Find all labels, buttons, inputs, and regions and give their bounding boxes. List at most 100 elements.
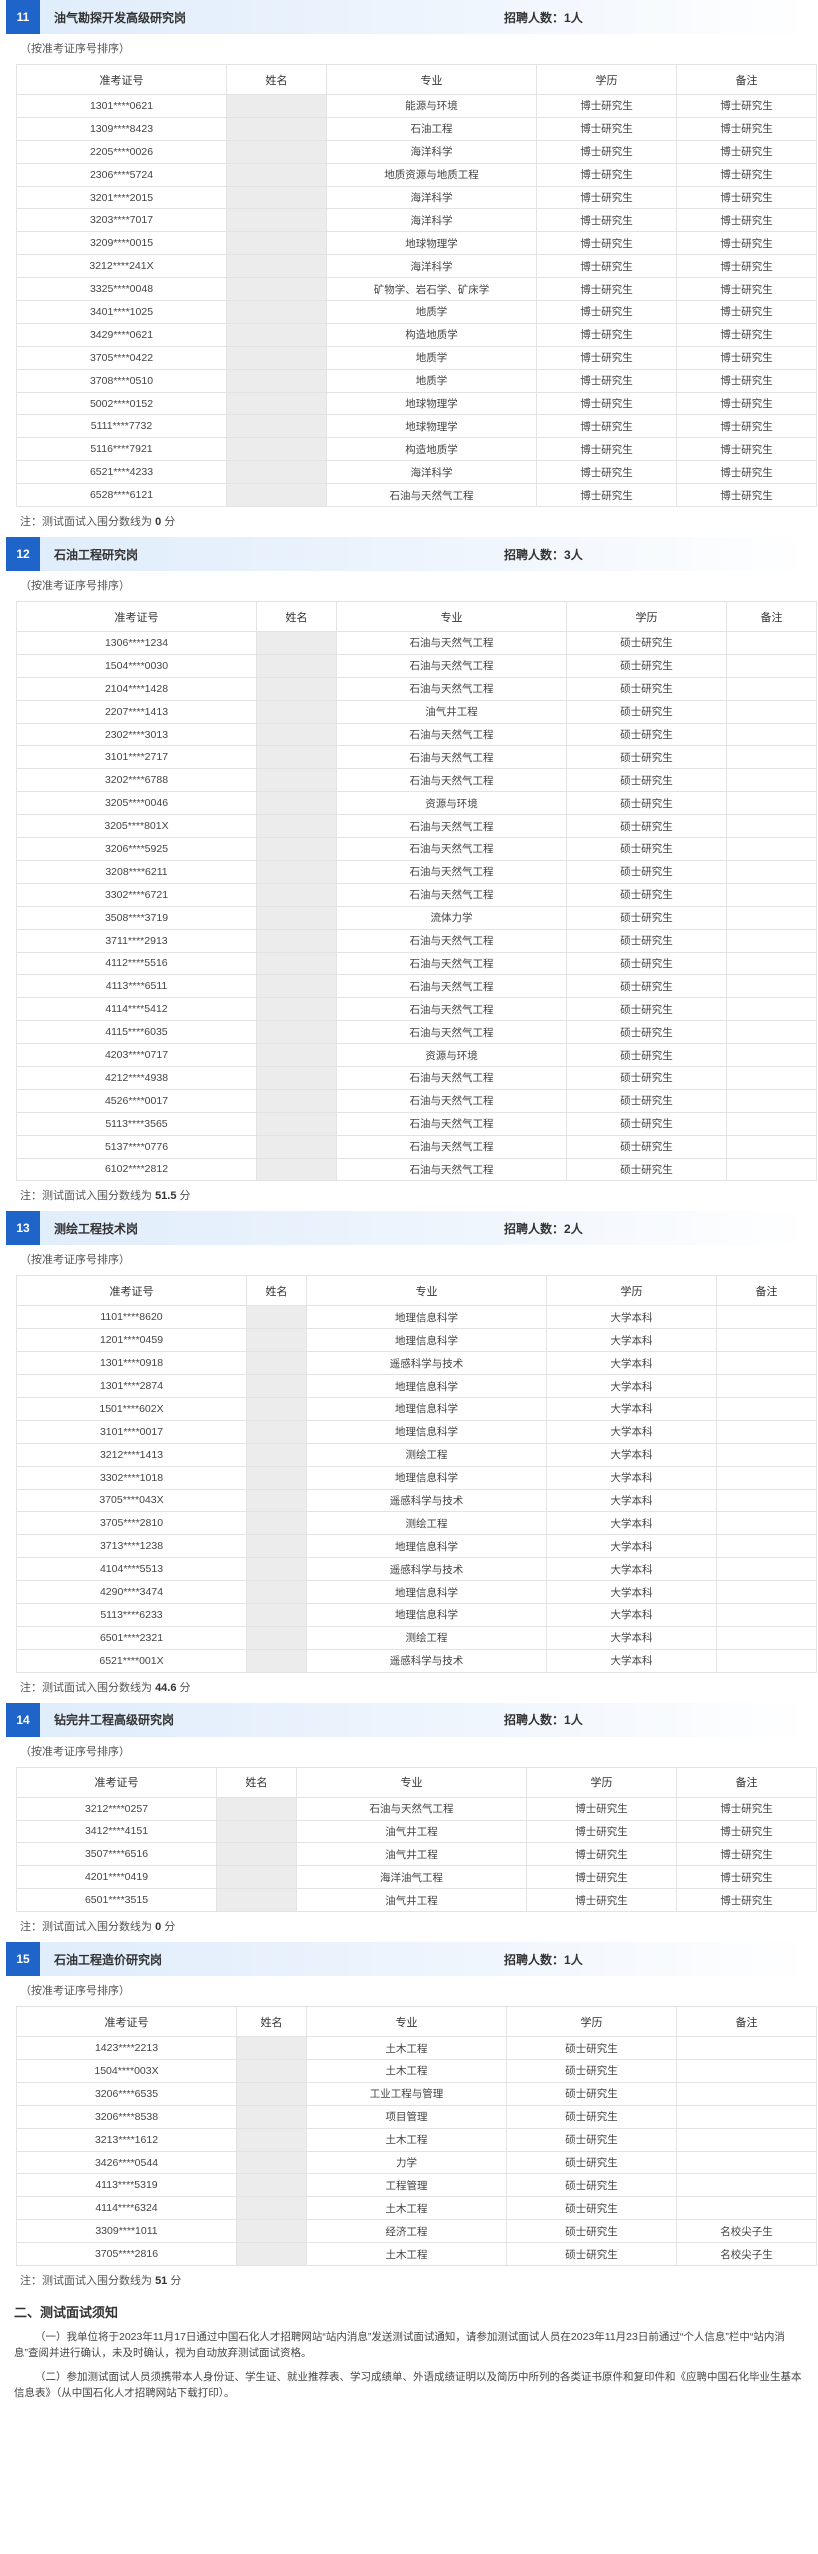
cell-exam-id: 3309****1011	[16, 2219, 237, 2244]
cell-degree: 博士研究生	[526, 1842, 677, 1867]
cell-name	[226, 483, 327, 508]
cell-major: 资源与环境	[336, 791, 567, 816]
cell-exam-id: 4113****6511	[16, 974, 257, 999]
cell-remark: 博士研究生	[676, 231, 817, 256]
cell-name	[246, 1580, 307, 1604]
cell-major: 油气井工程	[296, 1888, 527, 1913]
cutoff-note: 注：测试面试入围分数线为 51 分	[6, 2266, 812, 2296]
cell-name	[216, 1865, 297, 1890]
cell-name	[246, 1305, 307, 1330]
cell-major: 石油与天然气工程	[336, 631, 567, 655]
cell-remark	[726, 653, 817, 678]
section-title: 石油工程造价研究岗	[54, 1952, 163, 1967]
cell-remark: 博士研究生	[676, 460, 817, 485]
cell-major: 地理信息科学	[306, 1374, 547, 1398]
cell-major: 石油与天然气工程	[336, 1134, 567, 1159]
cell-degree: 硕士研究生	[566, 1111, 727, 1136]
cell-exam-id: 3212****1413	[16, 1442, 247, 1467]
cell-name	[226, 391, 327, 416]
cell-remark	[726, 974, 817, 999]
cell-exam-id: 4526****0017	[16, 1088, 257, 1113]
recruit-count-value: 1人	[564, 1713, 583, 1728]
cell-exam-id: 3708****0510	[16, 368, 227, 393]
cell-major: 石油与天然气工程	[336, 653, 567, 678]
cell-major: 项目管理	[306, 2104, 507, 2129]
table-row: 4104****5513 遥感科学与技术 大学本科	[16, 1557, 817, 1582]
cell-major: 石油与天然气工程	[326, 483, 537, 508]
recruit-section: 14 钻完井工程高级研究岗 招聘人数：1人 （按准考证序号排序） 准考证号 姓名 专业 学历备…	[0, 1702, 818, 1942]
header-major: 专业	[296, 1766, 527, 1798]
cell-remark	[716, 1602, 817, 1627]
cell-name	[236, 2196, 307, 2221]
table-header-row: 准考证号 姓名 专业 学历 备注	[16, 601, 817, 633]
cell-major: 地球物理学	[326, 231, 537, 256]
section-title: 钻完井工程高级研究岗	[54, 1713, 175, 1728]
cell-degree: 硕士研究生	[566, 859, 727, 884]
cell-major: 油气井工程	[336, 699, 567, 724]
candidate-table: 准考证号 姓名 专业 学历 备注 1423****2213 土木工程 硕士研究生 1504***…	[16, 2006, 817, 2267]
cutoff-unit: 分	[170, 2275, 182, 2288]
recruit-count: 招聘人数：1人	[504, 9, 583, 26]
table-row: 4113****6511 石油与天然气工程 硕士研究生	[16, 974, 817, 999]
cell-exam-id: 5116****7921	[16, 437, 227, 462]
cell-remark	[716, 1419, 817, 1444]
cell-major: 工程管理	[306, 2173, 507, 2198]
cutoff-score: 0	[155, 1921, 162, 1934]
table-row: 4201****0419 海洋油气工程 博士研究生 博士研究生	[16, 1865, 817, 1890]
section-header: 11 油气勘探开发高级研究岗 招聘人数：1人	[6, 0, 812, 34]
cutoff-unit: 分	[179, 1681, 191, 1694]
cell-degree: 博士研究生	[536, 94, 677, 118]
cell-name	[216, 1796, 297, 1821]
table-row: 1504****0030 石油与天然气工程 硕士研究生	[16, 653, 817, 678]
cell-degree: 硕士研究生	[566, 882, 727, 907]
cell-major: 石油与天然气工程	[336, 928, 567, 953]
table-row: 3325****0048 矿物学、岩石学、矿床学 博士研究生 博士研究生	[16, 277, 817, 302]
table-row: 6528****6121 石油与天然气工程 博士研究生 博士研究生	[16, 483, 817, 508]
cell-exam-id: 4201****0419	[16, 1865, 217, 1890]
cell-name	[246, 1351, 307, 1376]
cell-remark: 博士研究生	[676, 1865, 817, 1890]
cell-exam-id: 2207****1413	[16, 699, 257, 724]
cell-degree: 硕士研究生	[506, 2173, 677, 2198]
cell-degree: 硕士研究生	[566, 905, 727, 930]
cell-remark	[716, 1351, 817, 1376]
cell-name	[236, 2036, 307, 2060]
cell-name	[246, 1625, 307, 1650]
cell-name	[246, 1396, 307, 1421]
sort-note: （按准考证序号排序）	[20, 580, 130, 593]
cell-exam-id: 3507****6516	[16, 1842, 217, 1867]
cell-name	[246, 1465, 307, 1490]
cell-degree: 硕士研究生	[506, 2242, 677, 2267]
cell-degree: 博士研究生	[536, 254, 677, 279]
table-row: 1501****602X 地理信息科学 大学本科	[16, 1396, 817, 1421]
recruit-count-label: 招聘人数：	[504, 10, 565, 25]
cell-remark	[716, 1648, 817, 1673]
header-degree: 学历	[536, 64, 677, 95]
cell-degree: 大学本科	[546, 1580, 717, 1604]
cutoff-note: 注：测试面试入围分数线为 0 分	[6, 507, 812, 537]
table-row: 6501****3515 油气井工程 博士研究生 博士研究生	[16, 1888, 817, 1913]
cell-remark	[716, 1557, 817, 1582]
cell-remark	[716, 1442, 817, 1467]
header-name: 姓名	[246, 1275, 307, 1307]
cell-remark	[726, 1111, 817, 1136]
cell-degree: 硕士研究生	[566, 1043, 727, 1067]
header-major: 专业	[326, 64, 537, 95]
cell-name	[226, 460, 327, 485]
cell-name	[226, 437, 327, 462]
cell-degree: 大学本科	[546, 1351, 717, 1376]
table-row: 3209****0015 地球物理学 博士研究生 博士研究生	[16, 231, 817, 256]
candidate-table: 准考证号 姓名 专业 学历 备注 1301****0621 能源与环境 博士研究生 博士研究生 1…	[16, 64, 817, 508]
cell-degree: 大学本科	[546, 1488, 717, 1513]
cell-exam-id: 3213****1612	[16, 2127, 237, 2152]
cell-name	[216, 1842, 297, 1867]
table-row: 3705****0422 地质学 博士研究生 博士研究生	[16, 345, 817, 370]
cutoff-label: 注：测试面试入围分数线为	[20, 1921, 152, 1934]
cell-remark	[716, 1465, 817, 1490]
cell-major: 土木工程	[306, 2242, 507, 2267]
cell-major: 地质资源与地质工程	[326, 162, 537, 187]
cell-exam-id: 3206****8538	[16, 2104, 237, 2129]
cell-exam-id: 3429****0621	[16, 322, 227, 347]
cell-remark	[676, 2173, 817, 2198]
notice-paragraph: （二）参加测试面试人员须携带本人身份证、学生证、就业推荐表、学习成绩单、外语成绩…	[14, 2371, 802, 2400]
